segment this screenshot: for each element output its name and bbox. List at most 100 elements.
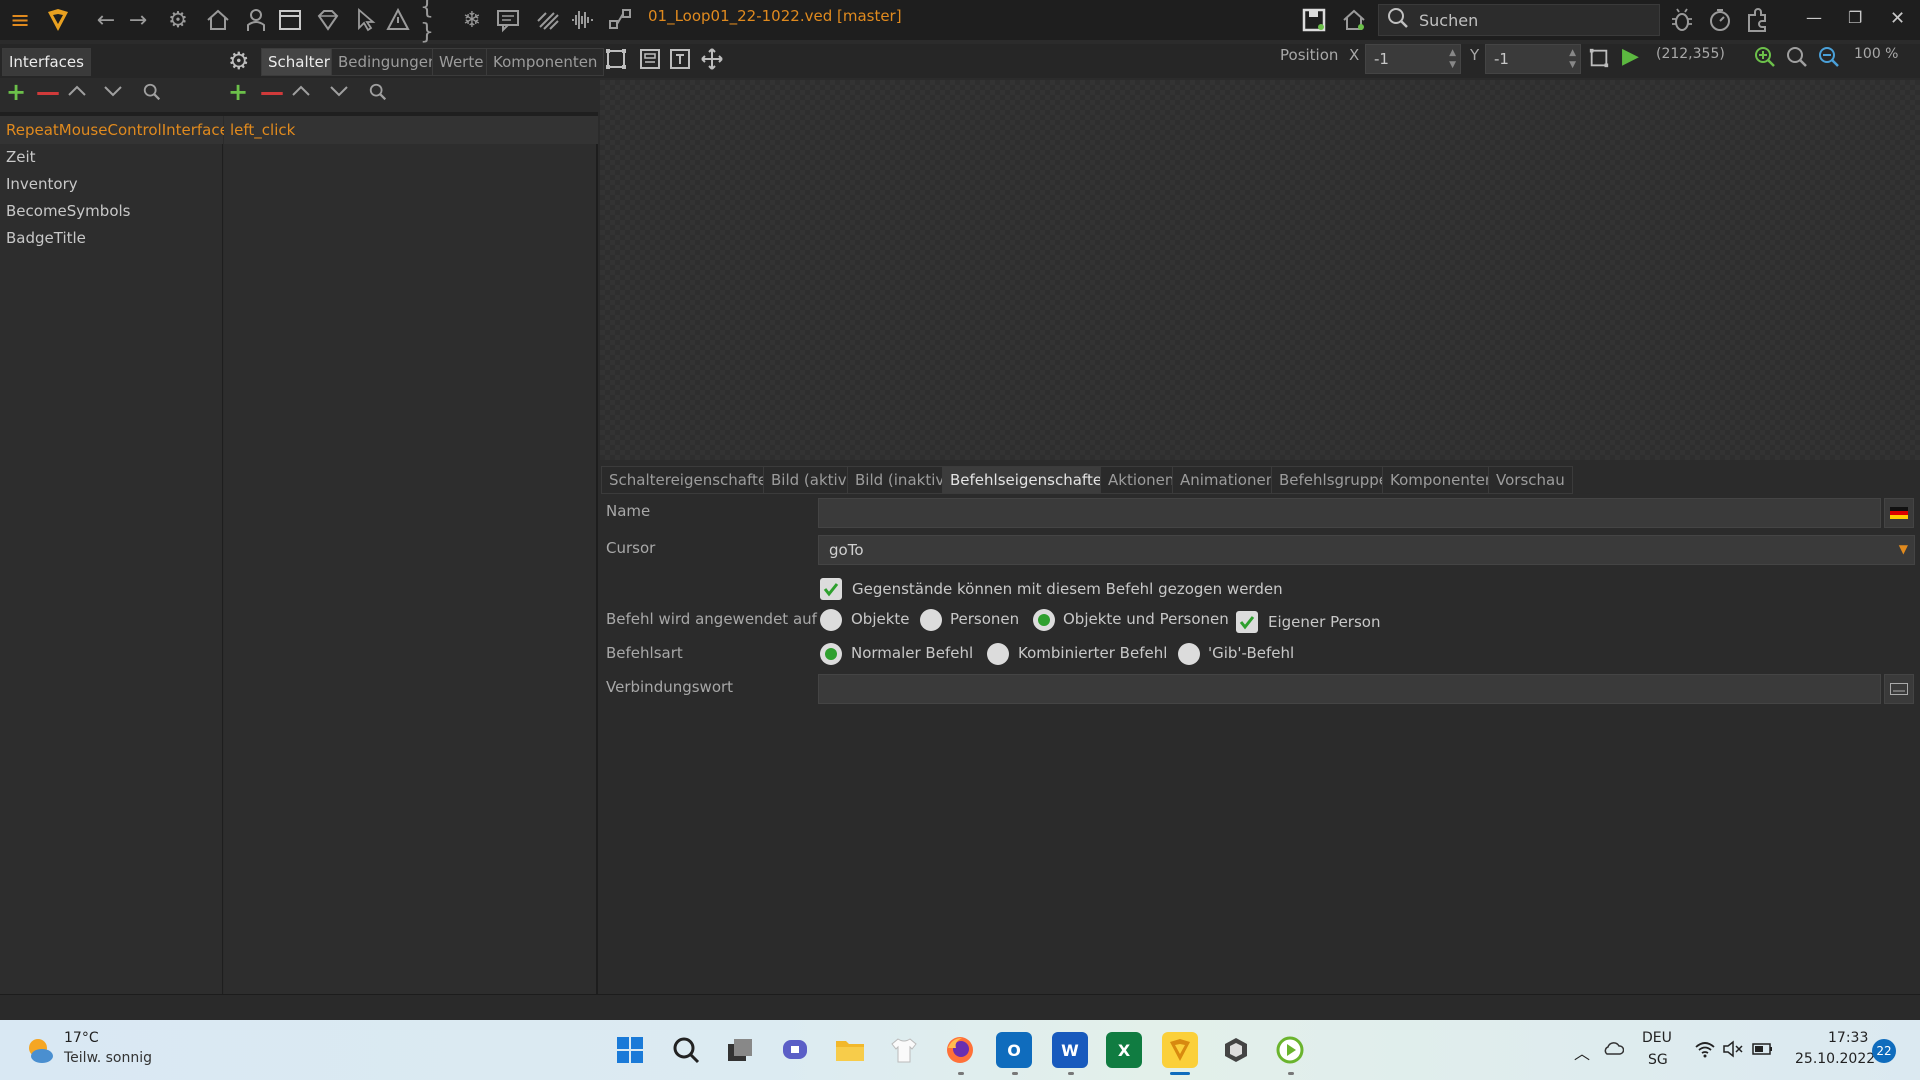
text-frame-icon[interactable] (668, 47, 692, 75)
move-icon[interactable] (700, 47, 724, 75)
notification-badge[interactable]: 22 (1872, 1039, 1896, 1063)
list-item[interactable]: Zeit (6, 148, 36, 166)
fit-frame-icon[interactable] (1588, 47, 1610, 73)
house-settings-icon[interactable] (1340, 6, 1368, 34)
remove-button-button[interactable]: — (260, 78, 284, 106)
media-player-icon[interactable] (1272, 1032, 1308, 1068)
position-y-stepper[interactable]: -1 ▲ ▼ (1485, 44, 1581, 74)
cursor-icon[interactable] (352, 6, 380, 34)
tab-schalter[interactable]: Schalter (261, 48, 337, 76)
tab-bild-aktiv[interactable]: Bild (aktiv) (763, 466, 861, 494)
radio-gib-befehl[interactable] (1178, 643, 1200, 665)
puzzle-icon[interactable] (1744, 6, 1772, 34)
restore-button[interactable]: ❐ (1848, 8, 1862, 27)
battery-icon[interactable] (1752, 1041, 1774, 1061)
position-x-stepper[interactable]: -1 ▲ ▼ (1365, 44, 1461, 74)
taskbar-search-icon[interactable] (668, 1032, 704, 1068)
cursor-select[interactable]: goTo ▼ (818, 535, 1915, 565)
weather-icon[interactable] (24, 1034, 56, 1070)
language-top[interactable]: DEU (1642, 1030, 1672, 1046)
close-button[interactable]: ✕ (1890, 8, 1905, 29)
tab-animationen[interactable]: Animationen (1172, 466, 1284, 494)
bug-icon[interactable] (1668, 6, 1696, 34)
hamburger-menu-icon[interactable]: ≡ (6, 6, 34, 34)
snowflake-icon[interactable]: ❄ (458, 6, 486, 34)
add-interface-button[interactable]: + (6, 78, 26, 106)
move-up-icon[interactable] (290, 80, 312, 106)
list-item[interactable]: left_click (230, 121, 295, 139)
gear-icon[interactable]: ⚙ (228, 47, 250, 75)
drag-checkbox[interactable] (820, 578, 842, 600)
list-item[interactable]: RepeatMouseControlInterface (6, 121, 229, 139)
gear-icon[interactable]: ⚙ (164, 6, 192, 34)
zoom-reset-icon[interactable] (1786, 46, 1808, 72)
unity-icon[interactable] (1218, 1032, 1254, 1068)
audio-wave-icon[interactable] (568, 6, 596, 34)
home-icon[interactable] (204, 6, 232, 34)
name-field[interactable] (818, 498, 1881, 528)
frame-select-icon[interactable] (604, 47, 628, 75)
connect-options-button[interactable] (1884, 674, 1914, 704)
stepper-arrows-icon[interactable]: ▲ ▼ (1449, 47, 1456, 71)
app-logo-icon[interactable] (44, 6, 72, 34)
stripes-icon[interactable] (534, 6, 562, 34)
clock-date[interactable]: 25.10.2022 (1795, 1051, 1875, 1067)
radio-personen[interactable] (920, 609, 942, 631)
cloud-icon[interactable] (1602, 1040, 1625, 1060)
list-item[interactable]: BecomeSymbols (6, 202, 130, 220)
tab-befehlseigenschaften[interactable]: Befehlseigenschaften (942, 466, 1120, 494)
add-button-button[interactable]: + (228, 78, 248, 106)
search-icon[interactable] (142, 82, 162, 106)
radio-kombinierter-befehl[interactable] (987, 643, 1009, 665)
braces-icon[interactable]: { } (420, 0, 448, 45)
tab-vorschau[interactable]: Vorschau (1488, 466, 1573, 494)
outlook-icon[interactable]: O (996, 1032, 1032, 1068)
tab-werte[interactable]: Werte (432, 48, 491, 76)
connect-field[interactable] (818, 674, 1881, 704)
windows-start-icon[interactable] (612, 1032, 648, 1068)
warning-icon[interactable] (384, 6, 412, 34)
move-down-icon[interactable] (328, 80, 350, 106)
list-item[interactable]: Inventory (6, 175, 78, 193)
file-explorer-icon[interactable] (832, 1032, 868, 1068)
list-item[interactable]: BadgeTitle (6, 229, 86, 247)
tshirt-app-icon[interactable] (886, 1032, 922, 1068)
search-input[interactable]: Suchen (1378, 4, 1660, 36)
move-up-icon[interactable] (66, 80, 88, 106)
minimize-button[interactable]: — (1806, 8, 1822, 27)
task-view-icon[interactable] (722, 1032, 758, 1068)
wifi-icon[interactable] (1694, 1040, 1716, 1062)
diamond-icon[interactable] (314, 6, 342, 34)
stepper-arrows-icon[interactable]: ▲ ▼ (1569, 47, 1576, 71)
chevron-down-icon[interactable]: ▼ (1899, 542, 1908, 556)
radio-objekte[interactable] (820, 609, 842, 631)
excel-icon[interactable]: X (1106, 1032, 1142, 1068)
message-icon[interactable] (494, 6, 522, 34)
undo-icon[interactable]: ← (92, 6, 120, 34)
chat-icon[interactable] (777, 1032, 813, 1068)
tab-aktionen[interactable]: Aktionen (1100, 466, 1183, 494)
radio-objekte-und-personen[interactable] (1033, 609, 1055, 631)
tab-interfaces[interactable]: Interfaces (2, 48, 91, 76)
remove-interface-button[interactable]: — (36, 78, 60, 106)
redo-icon[interactable]: → (124, 6, 152, 34)
language-bottom[interactable]: SG (1648, 1052, 1668, 1068)
save-icon[interactable] (1300, 6, 1328, 34)
play-icon[interactable]: ▶ (1622, 44, 1639, 69)
zoom-in-icon[interactable] (1754, 46, 1776, 72)
word-icon[interactable]: W (1052, 1032, 1088, 1068)
radio-normaler-befehl[interactable] (820, 643, 842, 665)
move-down-icon[interactable] (102, 80, 124, 106)
window-icon[interactable] (276, 6, 304, 34)
language-flag-button[interactable] (1884, 498, 1914, 528)
share-nodes-icon[interactable] (606, 6, 634, 34)
tab-befehlsgruppe[interactable]: Befehlsgruppe (1271, 466, 1396, 494)
visionaire-icon[interactable] (1162, 1032, 1198, 1068)
zoom-out-icon[interactable] (1818, 46, 1840, 72)
muted-speaker-icon[interactable] (1722, 1040, 1744, 1062)
own-person-checkbox[interactable] (1236, 611, 1258, 633)
tab-komponenten[interactable]: Komponenten (486, 48, 605, 76)
preview-canvas[interactable] (600, 80, 1920, 460)
tab-schaltereigenschaften[interactable]: Schaltereigenschaften (601, 466, 785, 494)
timer-icon[interactable] (1706, 6, 1734, 34)
